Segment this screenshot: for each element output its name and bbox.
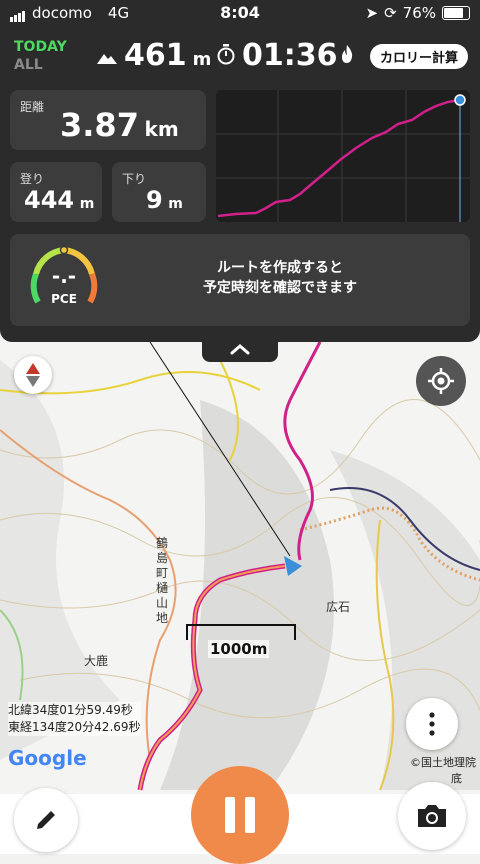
pencil-icon <box>37 811 55 829</box>
status-bar: docomo 4G 8:04 ➤ ⟳ 76% <box>0 0 480 28</box>
mountain-icon <box>97 54 117 64</box>
ascent-label: 登り <box>20 172 45 186</box>
pce-card[interactable]: -.- PCE ルートを作成すると 予定時刻を確認できます <box>10 234 470 326</box>
compass-icon <box>26 363 40 387</box>
longitude: 東経134度20分42.69秒 <box>8 720 141 734</box>
elapsed-time: 01:36 <box>216 38 338 73</box>
distance-label: 距離 <box>20 100 45 114</box>
edit-button[interactable] <box>14 788 78 852</box>
descent-value: 9 <box>146 186 163 214</box>
stopwatch-icon <box>217 44 235 65</box>
collapse-panel-tab[interactable] <box>202 340 278 362</box>
attribution-text: ©国土地理院 <box>410 756 476 769</box>
descent-label: 下り <box>122 172 147 186</box>
place-label-tsurushima: 鶴島町樋山地 <box>156 536 169 625</box>
google-logo-text: Google <box>8 746 87 770</box>
ascent-unit: m <box>79 196 95 212</box>
calorie-calc-button[interactable]: カロリー計算 <box>369 44 468 69</box>
pce-message: ルートを作成すると 予定時刻を確認できます <box>130 258 430 298</box>
ascent-reading: 444 m <box>24 186 94 214</box>
descent-reading: 9 m <box>146 186 183 214</box>
pause-icon <box>225 797 255 833</box>
battery-percent: 76% <box>402 4 436 22</box>
battery-icon <box>442 6 470 20</box>
descent-unit: m <box>168 196 183 212</box>
today-tab[interactable]: TODAY <box>14 38 67 56</box>
ascent-card: 登り 444 m <box>10 162 102 222</box>
scale-bar <box>186 624 296 640</box>
distance-unit: km <box>144 117 179 141</box>
crosshair-icon <box>428 368 454 394</box>
current-elevation: 461 m <box>96 38 211 73</box>
latitude: 北緯34度01分59.49秒 <box>8 703 133 717</box>
google-logo: Google <box>8 746 87 770</box>
chevron-up-icon <box>230 344 250 355</box>
period-toggle[interactable]: TODAY ALL <box>14 38 67 74</box>
elevation-profile-chart[interactable] <box>216 90 470 222</box>
flame-icon <box>342 45 353 63</box>
elapsed-value: 01:36 <box>242 38 338 73</box>
more-vertical-icon <box>429 712 435 736</box>
map-attribution: ©国土地理院 底 <box>410 754 476 786</box>
distance-card: 距離 3.87 km <box>10 90 206 150</box>
coordinates-readout: 北緯34度01分59.49秒 東経134度20分42.69秒 <box>8 702 141 736</box>
my-location-button[interactable] <box>416 356 466 406</box>
pause-button[interactable] <box>191 766 289 864</box>
camera-icon <box>418 805 446 827</box>
pce-value: -.- <box>51 264 77 288</box>
scale-label: 1000m <box>208 640 270 658</box>
descent-card: 下り 9 m <box>112 162 206 222</box>
compass-button[interactable] <box>14 356 52 394</box>
rotation-lock-icon: ⟳ <box>384 4 397 22</box>
distance-value: 3.87 <box>60 106 139 144</box>
stats-panel: TODAY ALL 461 m 01:36 カロリー計算 距離 3.87 km … <box>0 28 480 342</box>
elevation-profile-svg <box>216 90 470 222</box>
place-label-oshika: 大鹿 <box>84 654 109 668</box>
camera-button[interactable] <box>398 782 466 850</box>
place-label-hiroishi: 広石 <box>326 600 351 614</box>
location-arrow-icon: ➤ <box>365 4 379 22</box>
ascent-value: 444 <box>24 186 75 214</box>
pce-label: PCE <box>51 292 77 306</box>
all-tab[interactable]: ALL <box>14 56 67 74</box>
pce-message-line2: 予定時刻を確認できます <box>203 280 357 296</box>
elevation-unit: m <box>192 49 212 70</box>
pce-message-line1: ルートを作成すると <box>217 260 343 276</box>
elevation-value: 461 <box>124 38 187 73</box>
more-options-button[interactable] <box>406 698 458 750</box>
distance-reading: 3.87 km <box>60 106 179 144</box>
